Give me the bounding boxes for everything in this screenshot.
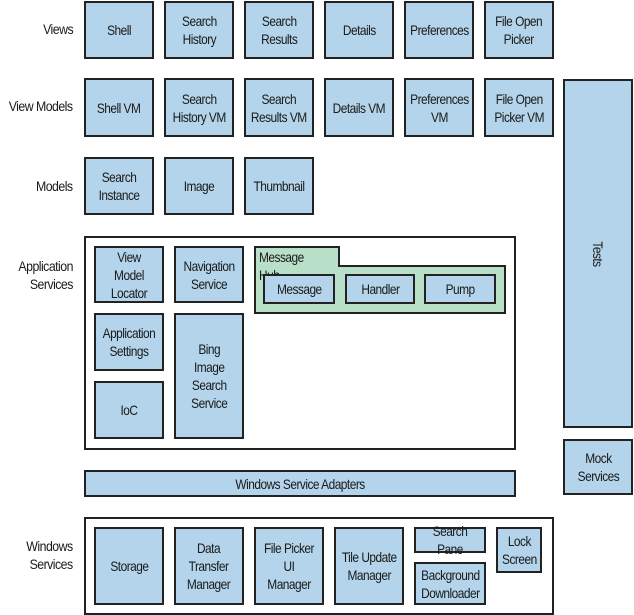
ioc-label: IoC	[120, 402, 139, 418]
viewmodel-search-results-label: Search Results VM	[251, 90, 307, 125]
bing-image-search-service-label: Bing Image Search Service	[190, 341, 228, 411]
view-shell-label: Shell	[107, 22, 131, 38]
view-search-history-label: Search History	[181, 13, 217, 47]
model-search-instance-label: Search Instance	[98, 169, 140, 203]
model-image-label: Image	[183, 178, 215, 194]
application-settings-label: Application Settings	[102, 325, 156, 359]
row-label-windows-services: Windows Services	[26, 538, 74, 572]
lock-screen: Lock Screen	[496, 527, 542, 573]
message-hub-pump-label: Pump	[445, 281, 475, 297]
row-label-application-services: Application Services	[18, 258, 74, 292]
mock-services: Mock Services	[563, 439, 633, 495]
model-thumbnail-label: Thumbnail	[253, 178, 305, 194]
viewmodel-search-history-label: Search History VM	[172, 90, 226, 125]
application-settings: Application Settings	[94, 313, 164, 371]
message-hub-message: Message	[263, 274, 335, 304]
message-hub-handler-label: Handler	[360, 281, 400, 297]
view-search-results: Search Results	[244, 1, 314, 59]
search-pane-label: Search Pane	[432, 523, 468, 557]
message-hub-pump: Pump	[424, 274, 496, 304]
model-image: Image	[164, 157, 234, 215]
background-downloader: Background Downloader	[414, 562, 486, 605]
viewmodel-shell-label: Shell VM	[97, 99, 141, 116]
tile-update-manager: Tile Update Manager	[334, 527, 404, 605]
viewmodel-preferences-label: Preferences VM	[409, 90, 469, 125]
ioc: IoC	[94, 381, 164, 439]
windows-service-adapters-label: Windows Service Adapters	[235, 475, 365, 492]
viewmodel-shell: Shell VM	[84, 78, 154, 137]
viewmodel-file-open-picker-label: File Open Picker VM	[494, 90, 544, 125]
view-model-locator: View Model Locator	[94, 246, 164, 303]
file-picker-ui-manager: File Picker UI Manager	[254, 527, 324, 605]
view-details-label: Details	[342, 22, 376, 38]
viewmodel-details: Details VM	[324, 78, 394, 137]
bing-image-search-service: Bing Image Search Service	[174, 313, 244, 439]
navigation-service: Navigation Service	[174, 246, 244, 303]
view-file-open-picker-label: File Open Picker	[495, 13, 543, 47]
message-hub-handler: Handler	[345, 274, 415, 304]
storage: Storage	[94, 527, 164, 605]
background-downloader-label: Background Downloader	[420, 566, 480, 601]
navigation-service-label: Navigation Service	[183, 257, 235, 292]
row-label-view-models: View Models	[9, 98, 73, 114]
tile-update-manager-label: Tile Update Manager	[341, 549, 397, 583]
row-label-views: Views	[42, 21, 74, 37]
data-transfer-manager: Data Transfer Manager	[174, 527, 244, 605]
viewmodel-details-label: Details VM	[332, 99, 386, 116]
windows-service-adapters: Windows Service Adapters	[84, 470, 516, 497]
view-file-open-picker: File Open Picker	[484, 1, 554, 59]
viewmodel-file-open-picker: File Open Picker VM	[484, 78, 554, 137]
viewmodel-search-results: Search Results VM	[244, 78, 314, 137]
data-transfer-manager-label: Data Transfer Manager	[187, 540, 231, 592]
file-picker-ui-manager-label: File Picker UI Manager	[264, 540, 314, 592]
model-thumbnail: Thumbnail	[244, 157, 314, 215]
viewmodel-search-history: Search History VM	[164, 78, 234, 137]
view-preferences-label: Preferences	[409, 22, 469, 38]
message-hub-tab: Message Hub	[254, 246, 340, 283]
view-model-locator-label: View Model Locator	[110, 248, 148, 301]
view-search-history: Search History	[164, 1, 234, 59]
view-search-results-label: Search Results	[260, 13, 298, 47]
search-pane: Search Pane	[414, 523, 486, 557]
message-hub-message-label: Message	[276, 281, 322, 297]
tests: Tests	[563, 79, 633, 428]
row-label-models: Models	[36, 178, 73, 194]
storage-label: Storage	[109, 558, 149, 574]
lock-screen-label: Lock Screen	[501, 533, 537, 567]
view-shell: Shell	[84, 1, 154, 59]
mock-services-label: Mock Services	[577, 450, 619, 484]
view-preferences: Preferences	[404, 1, 474, 59]
tests-label: Tests	[590, 240, 606, 267]
viewmodel-preferences: Preferences VM	[404, 78, 474, 137]
model-search-instance: Search Instance	[84, 157, 154, 215]
view-details: Details	[324, 1, 394, 59]
